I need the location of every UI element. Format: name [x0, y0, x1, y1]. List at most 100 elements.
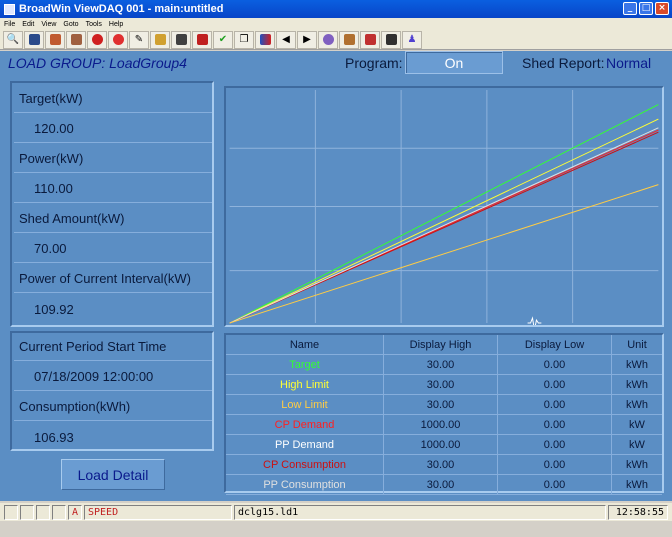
chart-series-line: [229, 127, 659, 324]
cd-icon[interactable]: [318, 30, 338, 49]
file-name: dclg15.ld1: [234, 504, 606, 520]
row-unit: kWh: [612, 375, 662, 395]
row-name: PP Consumption: [226, 475, 384, 495]
cursor-icon: [527, 316, 542, 325]
check-box-icon[interactable]: [192, 30, 212, 49]
table-row: CP Consumption 30.00 0.00 kWh: [226, 455, 662, 475]
eraser-icon[interactable]: [360, 30, 380, 49]
speed-indicator: SPEED: [84, 504, 232, 520]
trend-chart: [224, 86, 664, 327]
consumption-value: 106.93: [34, 429, 74, 445]
power-label: Power(kW): [14, 145, 212, 173]
status-cell-2: [20, 504, 34, 520]
chart-series-line: [229, 131, 659, 324]
row-display-low: 0.00: [498, 455, 612, 475]
load-detail-button[interactable]: Load Detail: [61, 459, 165, 490]
row-unit: kWh: [612, 355, 662, 375]
row-display-high: 30.00: [384, 395, 498, 415]
menu-help[interactable]: Help: [109, 21, 123, 28]
period-start-label: Current Period Start Time: [14, 333, 212, 361]
chart-grid: [229, 89, 659, 324]
row-display-low: 0.00: [498, 395, 612, 415]
status-bar: A SPEED dclg15.ld1 12:58:55: [0, 503, 672, 521]
table-row: PP Demand 1000.00 0.00 kW: [226, 435, 662, 455]
main-area: LOAD GROUP: LoadGroup4 Program: On Shed …: [0, 51, 672, 501]
row-name: Target: [226, 355, 384, 375]
arrow-right-icon[interactable]: ▶: [297, 30, 317, 49]
target-label: Target(kW): [14, 85, 212, 113]
row-display-high: 30.00: [384, 355, 498, 375]
windows-icon[interactable]: ❐: [234, 30, 254, 49]
row-name: PP Demand: [226, 435, 384, 455]
chart-icon[interactable]: [45, 30, 65, 49]
title-bar: BroadWin ViewDAQ 001 - main:untitled _ □…: [0, 0, 672, 18]
minimize-button[interactable]: _: [623, 2, 637, 15]
table-header: Name Display High Display Low Unit: [226, 335, 662, 355]
menu-view[interactable]: View: [41, 21, 56, 28]
record-icon[interactable]: [87, 30, 107, 49]
alarm-indicator: A: [68, 504, 82, 520]
table-row: Low Limit 30.00 0.00 kWh: [226, 395, 662, 415]
status-cell-4: [52, 504, 66, 520]
toolbar: 🔍 ✎ ✔ ❐ ◀ ▶ ♟: [0, 30, 672, 50]
period-panel: Current Period Start Time 07/18/2009 12:…: [10, 331, 214, 451]
load-group-title: LOAD GROUP: LoadGroup4: [8, 55, 187, 71]
header-display-low: Display Low: [498, 335, 612, 355]
consumption-label: Consumption(kWh): [14, 393, 212, 421]
person-icon[interactable]: ♟: [402, 30, 422, 49]
search-icon[interactable]: 🔍: [3, 30, 23, 49]
header-unit: Unit: [612, 335, 662, 355]
clock: 12:58:55: [608, 504, 668, 520]
pencil-icon[interactable]: ✎: [129, 30, 149, 49]
program-label: Program:: [345, 55, 403, 71]
key-icon[interactable]: [150, 30, 170, 49]
row-display-low: 0.00: [498, 475, 612, 495]
program-toggle[interactable]: On: [405, 51, 503, 74]
row-display-high: 30.00: [384, 475, 498, 495]
row-name: CP Consumption: [226, 455, 384, 475]
table-row: PP Consumption 30.00 0.00 kWh: [226, 475, 662, 495]
row-unit: kWh: [612, 475, 662, 495]
header-name: Name: [226, 335, 384, 355]
chart2-icon[interactable]: [66, 30, 86, 49]
menu-file[interactable]: File: [4, 21, 15, 28]
shed-amount-label: Shed Amount(kW): [14, 205, 212, 233]
row-name: Low Limit: [226, 395, 384, 415]
bottom-strip: [0, 521, 672, 537]
chart-series-line: [229, 118, 659, 324]
chart-series-line: [229, 104, 659, 324]
book-icon[interactable]: [339, 30, 359, 49]
camera-icon[interactable]: [171, 30, 191, 49]
row-display-high: 30.00: [384, 375, 498, 395]
period-start-value: 07/18/2009 12:00:00: [14, 363, 212, 391]
power-interval-value: 109.92: [34, 301, 74, 317]
menu-edit[interactable]: Edit: [22, 21, 34, 28]
database-icon[interactable]: [24, 30, 44, 49]
row-name: High Limit: [226, 375, 384, 395]
chart-series-line: [229, 184, 659, 324]
shed-report-value: Normal: [606, 55, 652, 71]
menu-tools[interactable]: Tools: [86, 21, 102, 28]
clapper-icon[interactable]: [381, 30, 401, 49]
table-row: High Limit 30.00 0.00 kWh: [226, 375, 662, 395]
menu-goto[interactable]: Goto: [63, 21, 78, 28]
status-cell-3: [36, 504, 50, 520]
shed-amount-value: 70.00: [14, 235, 212, 263]
palette-icon[interactable]: [255, 30, 275, 49]
row-unit: kWh: [612, 395, 662, 415]
power-value: 110.00: [14, 175, 212, 203]
record2-icon[interactable]: [108, 30, 128, 49]
status-cell-1: [4, 504, 18, 520]
row-display-low: 0.00: [498, 435, 612, 455]
close-button[interactable]: ×: [655, 2, 669, 15]
shed-report-label: Shed Report:: [522, 55, 605, 71]
row-unit: kW: [612, 415, 662, 435]
app-icon: [4, 3, 15, 15]
row-unit: kWh: [612, 455, 662, 475]
maximize-button[interactable]: □: [639, 2, 653, 15]
header-display-high: Display High: [384, 335, 498, 355]
row-display-high: 30.00: [384, 455, 498, 475]
arrow-left-icon[interactable]: ◀: [276, 30, 296, 49]
checkmark-icon[interactable]: ✔: [213, 30, 233, 49]
load-status-panel: Target(kW) 120.00 Power(kW) 110.00 Shed …: [10, 81, 214, 327]
